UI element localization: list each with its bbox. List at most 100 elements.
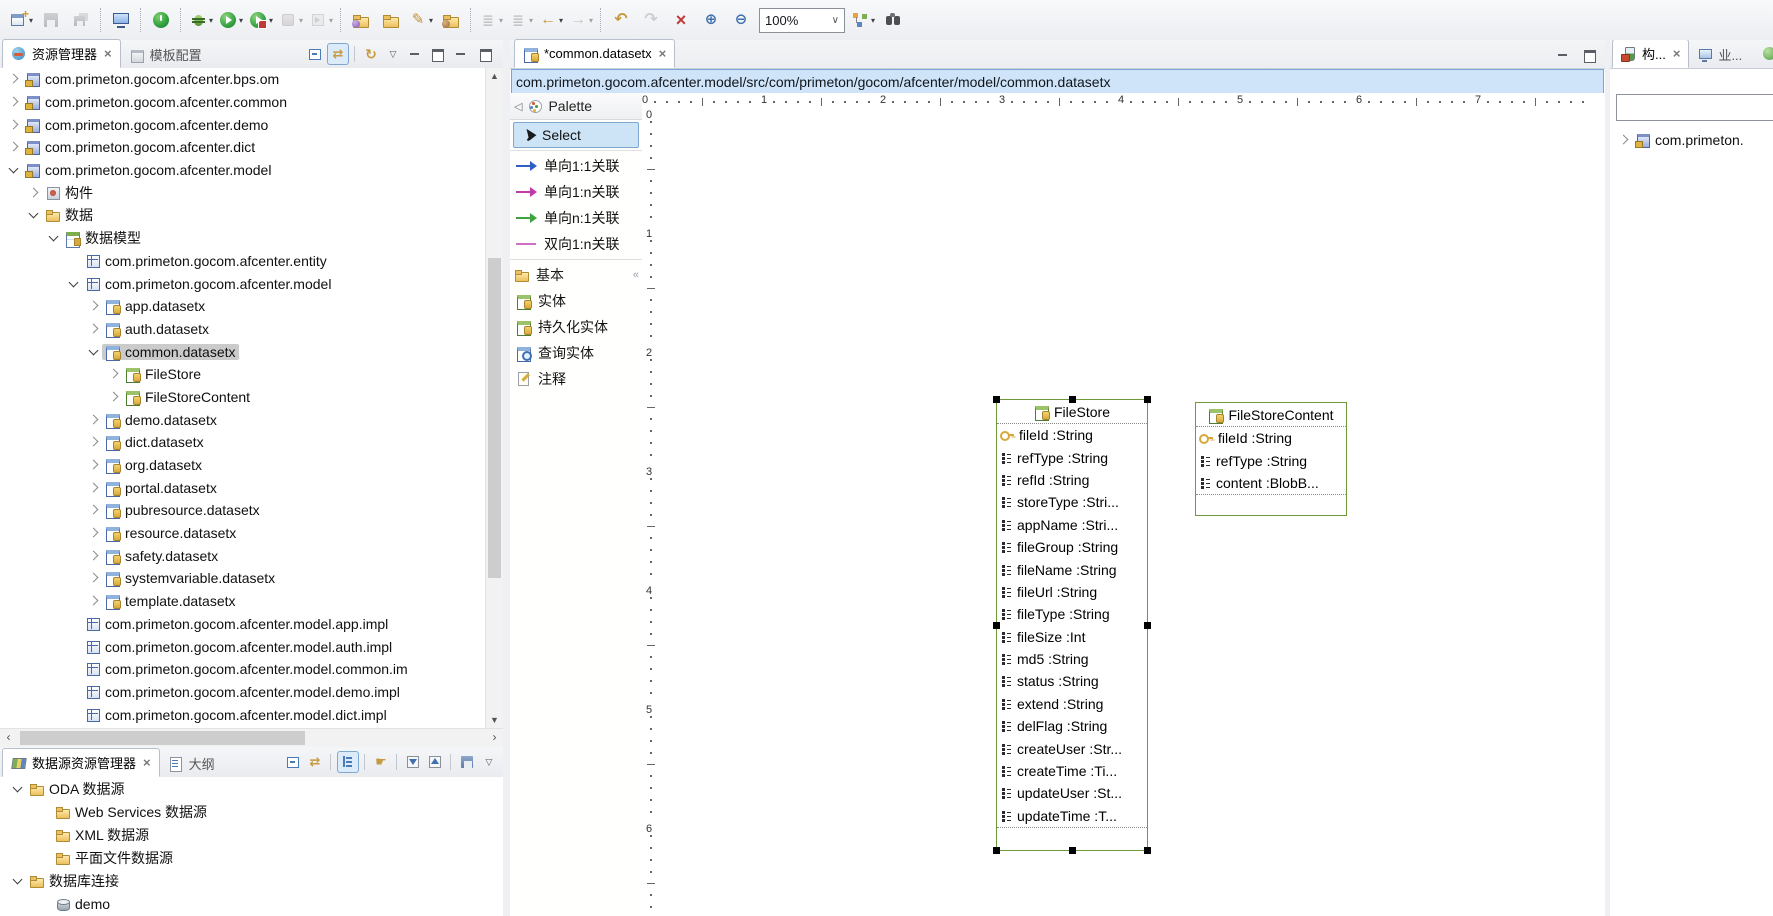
run-button[interactable]: ▾ (216, 6, 246, 34)
export-config-button[interactable] (425, 752, 445, 772)
zoom-in-button[interactable]: ⊕ (696, 6, 726, 34)
tree-item[interactable]: app.datasetx (0, 295, 503, 318)
tree-item[interactable]: com.primeton.gocom.afcenter.model (0, 159, 503, 182)
palette-pin-icon[interactable]: « (633, 269, 639, 281)
search-button[interactable] (878, 6, 908, 34)
zoom-level-combo[interactable]: 100%∨ (759, 8, 845, 33)
zoom-out-button[interactable]: ⊖ (726, 6, 756, 34)
chevron-collapsed-icon[interactable] (86, 412, 102, 428)
chevron-collapsed-icon[interactable] (86, 502, 102, 518)
tree-item[interactable]: template.datasetx (0, 590, 503, 613)
tree-item[interactable]: safety.datasetx (0, 544, 503, 567)
open-folder-button[interactable] (376, 6, 406, 34)
palette-group-basic[interactable]: 基本 « (510, 262, 642, 288)
selection-handle[interactable] (1144, 396, 1151, 403)
entity-attribute[interactable]: fileGroup :String (997, 536, 1147, 558)
chevron-collapsed-icon[interactable] (86, 457, 102, 473)
selection-handle[interactable] (993, 847, 1000, 854)
console-button[interactable] (106, 6, 136, 34)
tree-item[interactable]: demo (0, 892, 503, 915)
tree-item[interactable]: 数据模型 (0, 227, 503, 250)
scroll-down-icon[interactable]: ▼ (486, 712, 503, 729)
undo-button[interactable]: ↶ (606, 6, 636, 34)
palette-relation-tool[interactable]: 单向1:1关联 (510, 153, 642, 179)
globe-tab-icon[interactable] (1762, 46, 1773, 62)
chevron-collapsed-icon[interactable] (1616, 132, 1632, 148)
tree-item[interactable]: com.primeton.gocom.afcenter.dict (0, 136, 503, 159)
chevron-expanded-icon[interactable] (26, 207, 42, 223)
entity-attribute[interactable]: content :BlobB... (1196, 472, 1346, 494)
hand-button[interactable]: ☛ (371, 752, 391, 772)
entity-attribute[interactable]: fileUrl :String (997, 581, 1147, 603)
palette-collapse-icon[interactable]: ◁ (514, 100, 522, 113)
chevron-collapsed-icon[interactable] (86, 298, 102, 314)
tree-item[interactable]: 平面文件数据源 (0, 846, 503, 869)
selection-handle[interactable] (1144, 622, 1151, 629)
chevron-collapsed-icon[interactable] (6, 139, 22, 155)
chevron-collapsed-icon[interactable] (86, 548, 102, 564)
canvas-viewport[interactable]: FileStorefileId :StringrefType :Stringre… (658, 109, 1605, 916)
tree-item[interactable]: ODA 数据源 (0, 777, 503, 800)
view-menu-button[interactable]: ▽ (479, 752, 499, 772)
tree-item[interactable]: com.primeton.gocom.afcenter.model.demo.i… (0, 681, 503, 704)
entity-attribute[interactable]: refType :String (1196, 449, 1346, 471)
maximize-button[interactable] (427, 44, 447, 64)
selection-handle[interactable] (993, 396, 1000, 403)
tree-item[interactable]: resource.datasetx (0, 522, 503, 545)
close-icon[interactable]: × (104, 46, 112, 61)
maximize-button[interactable] (475, 44, 495, 64)
palette-item-query-entity[interactable]: 查询实体 (510, 340, 642, 366)
back-button[interactable]: ←▾ (536, 6, 566, 34)
explorer-vertical-scrollbar[interactable]: ▲ ▼ (485, 68, 503, 729)
scroll-right-icon[interactable]: › (486, 729, 503, 746)
minimize-button[interactable] (451, 44, 471, 64)
scroll-up-icon[interactable]: ▲ (486, 68, 503, 85)
import-config-button[interactable] (403, 752, 423, 772)
palette-header[interactable]: ◁ Palette (510, 93, 642, 120)
chevron-collapsed-icon[interactable] (86, 593, 102, 609)
chevron-expanded-icon[interactable] (66, 276, 82, 292)
editor-minimize-button[interactable] (1553, 45, 1573, 65)
left-sash[interactable] (503, 40, 510, 916)
chevron-collapsed-icon[interactable] (86, 434, 102, 450)
palette-relation-tool[interactable]: 单向n:1关联 (510, 205, 642, 231)
close-icon[interactable]: × (659, 46, 667, 61)
selection-handle[interactable] (1069, 396, 1076, 403)
chevron-collapsed-icon[interactable] (6, 71, 22, 87)
chevron-expanded-icon[interactable] (86, 344, 102, 360)
palette-relation-tool[interactable]: 单向1:n关联 (510, 179, 642, 205)
entity-box-filestorecontent[interactable]: FileStoreContentfileId :StringrefType :S… (1195, 402, 1347, 516)
entity-attribute[interactable]: fileId :String (997, 424, 1147, 446)
chevron-expanded-icon[interactable] (6, 162, 22, 178)
palette-relation-tool[interactable]: 双向1:n关联 (510, 231, 642, 257)
search-input[interactable] (1616, 94, 1773, 121)
tree-item[interactable]: org.datasetx (0, 454, 503, 477)
tree-item[interactable]: 数据库连接 (0, 869, 503, 892)
delete-button[interactable]: × (666, 6, 696, 34)
palette-item-entity[interactable]: 实体 (510, 288, 642, 314)
collapse-all-button[interactable] (283, 752, 303, 772)
layout-button[interactable]: ▾ (848, 6, 878, 34)
entity-attribute[interactable]: refType :String (997, 446, 1147, 468)
view-menu-button[interactable]: ▽ (383, 44, 403, 64)
palette-select-tool[interactable]: Select (513, 122, 639, 148)
tree-item[interactable]: dict.datasetx (0, 431, 503, 454)
entity-attribute[interactable]: fileType :String (997, 603, 1147, 625)
minimize-button[interactable] (405, 44, 425, 64)
tree-item[interactable]: pubresource.datasetx (0, 499, 503, 522)
package-folder-button[interactable] (436, 6, 466, 34)
tree-item[interactable]: com.primeton.gocom.afcenter.model.common… (0, 658, 503, 681)
editor-tab-common-datasetx[interactable]: *common.datasetx × (514, 39, 675, 68)
explorer-tab[interactable]: 模板配置 (121, 41, 210, 68)
save-local-button[interactable] (457, 752, 477, 772)
deploy-pencil-button[interactable]: ✎▾ (406, 6, 436, 34)
chevron-expanded-icon[interactable] (46, 230, 62, 246)
datasource-tab[interactable]: 大纲 (160, 750, 223, 777)
entity-attribute[interactable]: storeType :Stri... (997, 491, 1147, 513)
entity-attribute[interactable]: updateUser :St... (997, 782, 1147, 804)
entity-attribute[interactable]: appName :Stri... (997, 514, 1147, 536)
tree-item[interactable]: com.primeton. (1610, 128, 1773, 152)
tree-item[interactable]: com.primeton.gocom.afcenter.model.app.im… (0, 613, 503, 636)
datasource-tab[interactable]: 数据源资源管理器× (2, 748, 160, 777)
chevron-collapsed-icon[interactable] (6, 117, 22, 133)
